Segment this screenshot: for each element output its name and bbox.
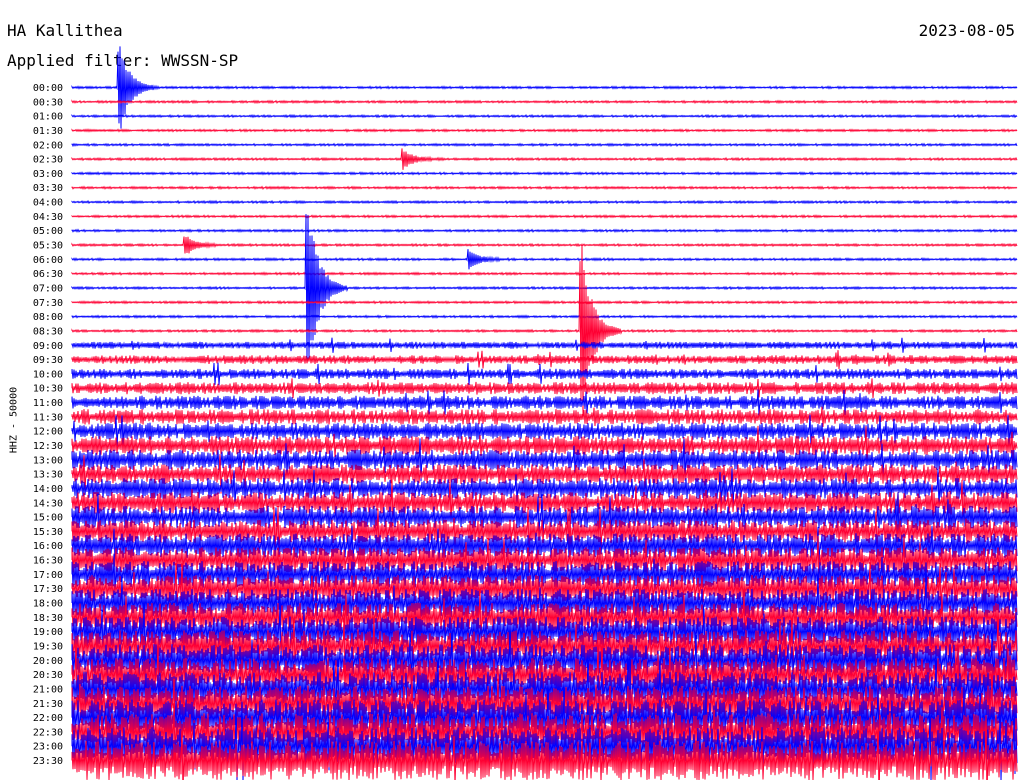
time-label-2200: 22:00: [33, 713, 63, 724]
time-label-0530: 05:30: [33, 241, 63, 252]
time-label-0800: 08:00: [33, 312, 63, 323]
time-label-1400: 14:00: [33, 484, 63, 495]
time-label-layer: 00:00 00:30 01:00 01:30 02:00 02:30 03:00 03:30…: [33, 83, 63, 767]
trace-0500: [71, 228, 1018, 234]
time-label-1300: 13:00: [33, 455, 63, 466]
time-label-1800: 18:00: [33, 599, 63, 610]
time-label-0000: 00:00: [33, 83, 63, 94]
time-label-0930: 09:30: [33, 355, 63, 366]
time-label-1000: 10:00: [33, 369, 63, 380]
time-label-1130: 11:30: [33, 412, 63, 423]
time-label-1900: 19:00: [33, 627, 63, 638]
time-label-0130: 01:30: [33, 126, 63, 137]
time-label-1530: 15:30: [33, 527, 63, 538]
time-label-2300: 23:00: [33, 742, 63, 753]
seismogram-plot: 00:00 00:30 01:00 01:30 02:00 02:30 03:00 03:30…: [33, 46, 1018, 780]
time-label-1830: 18:30: [33, 613, 63, 624]
trace-0900: [71, 337, 1018, 353]
time-label-1930: 19:30: [33, 641, 63, 652]
time-label-1500: 15:00: [33, 513, 63, 524]
time-label-0430: 04:30: [33, 212, 63, 223]
time-label-0500: 05:00: [33, 226, 63, 237]
time-label-0100: 01:00: [33, 112, 63, 123]
time-label-0700: 07:00: [33, 283, 63, 294]
trace-0700: [71, 214, 1018, 362]
trace-0300: [71, 171, 1018, 176]
time-label-1230: 12:30: [33, 441, 63, 452]
time-label-1100: 11:00: [33, 398, 63, 409]
time-label-0300: 03:00: [33, 169, 63, 180]
trace-0400: [71, 199, 1018, 205]
time-label-2330: 23:30: [33, 756, 63, 767]
time-label-0600: 06:00: [33, 255, 63, 266]
time-label-0830: 08:30: [33, 326, 63, 337]
trace-0530: [71, 236, 1018, 254]
trace-layer: [71, 46, 1018, 780]
trace-1030: [71, 378, 1018, 399]
time-label-0200: 02:00: [33, 140, 63, 151]
time-label-1200: 12:00: [33, 427, 63, 438]
trace-0230: [71, 148, 1018, 170]
time-label-1700: 17:00: [33, 570, 63, 581]
time-label-1430: 14:30: [33, 498, 63, 509]
trace-0330: [71, 185, 1018, 191]
time-label-2100: 21:00: [33, 684, 63, 695]
time-label-0400: 04:00: [33, 198, 63, 209]
time-label-2000: 20:00: [33, 656, 63, 667]
time-label-1630: 16:30: [33, 556, 63, 567]
trace-0430: [71, 214, 1018, 219]
trace-0130: [71, 128, 1018, 133]
time-label-0030: 00:30: [33, 97, 63, 108]
trace-0630: [71, 271, 1018, 277]
time-label-1600: 16:00: [33, 541, 63, 552]
time-label-0900: 09:00: [33, 341, 63, 352]
trace-0600: [71, 249, 1018, 270]
trace-1000: [71, 362, 1018, 386]
trace-0730: [71, 299, 1018, 305]
time-label-2030: 20:30: [33, 670, 63, 681]
trace-0100: [71, 113, 1018, 119]
time-label-1730: 17:30: [33, 584, 63, 595]
time-label-0230: 02:30: [33, 155, 63, 166]
time-label-0630: 06:30: [33, 269, 63, 280]
time-label-0330: 03:30: [33, 183, 63, 194]
trace-0200: [71, 142, 1018, 148]
time-label-1330: 13:30: [33, 470, 63, 481]
trace-0830: [71, 243, 1018, 419]
time-label-0730: 07:30: [33, 298, 63, 309]
time-label-1030: 10:30: [33, 384, 63, 395]
trace-0800: [71, 314, 1018, 319]
trace-0030: [71, 99, 1018, 105]
time-label-2230: 22:30: [33, 727, 63, 738]
time-label-2130: 21:30: [33, 699, 63, 710]
